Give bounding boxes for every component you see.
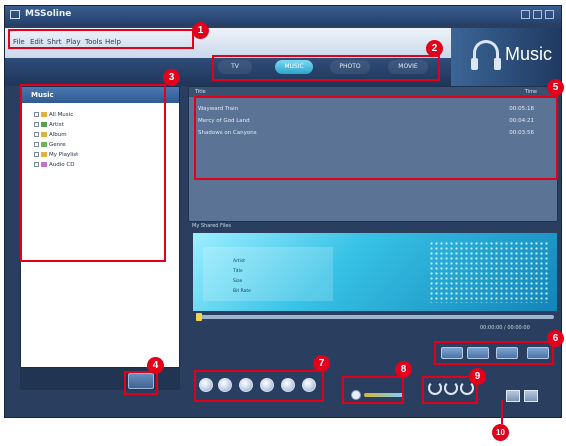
callout-box-3 bbox=[20, 84, 166, 262]
callout-box-8 bbox=[342, 376, 404, 404]
minimode-button[interactable] bbox=[506, 390, 520, 402]
title-bar: MSSoline bbox=[5, 6, 561, 24]
fullscreen-button[interactable] bbox=[524, 390, 538, 402]
track-info bbox=[203, 247, 333, 301]
callout-badge: 1 bbox=[192, 22, 209, 39]
minimize-button[interactable] bbox=[521, 10, 530, 19]
playlist-header-time: Time bbox=[524, 89, 537, 95]
callout-badge: 4 bbox=[147, 357, 164, 374]
visualizer-area: Artist Title Size Bit Rate bbox=[193, 233, 557, 311]
callout-badge: 7 bbox=[313, 355, 330, 372]
playlist-header-title: Title bbox=[195, 89, 206, 95]
callout-line-10 bbox=[501, 400, 503, 424]
window-title: MSSoline bbox=[25, 9, 72, 19]
callout-badge: 6 bbox=[547, 330, 564, 347]
callout-badge: 5 bbox=[547, 79, 564, 96]
info-bitrate: Bit Rate bbox=[233, 289, 251, 294]
seek-handle[interactable] bbox=[196, 313, 202, 321]
brand-area: Music bbox=[451, 28, 561, 86]
callout-box-6 bbox=[434, 341, 554, 365]
callout-box-5 bbox=[194, 96, 558, 180]
info-size: Size bbox=[233, 279, 243, 284]
maximize-button[interactable] bbox=[533, 10, 542, 19]
seek-bar[interactable] bbox=[196, 315, 554, 319]
grid-icon bbox=[429, 241, 549, 303]
callout-badge: 10 bbox=[492, 424, 509, 441]
info-title: Title bbox=[233, 269, 243, 274]
visualizer-label: My Shared Files bbox=[192, 223, 232, 229]
callout-badge: 9 bbox=[469, 368, 486, 385]
timecode: 00:00:00 / 00:00:00 bbox=[480, 325, 530, 331]
callout-badge: 2 bbox=[426, 40, 443, 57]
callout-box-1 bbox=[8, 29, 194, 49]
callout-box-2 bbox=[212, 55, 440, 81]
brand-label: Music bbox=[505, 44, 553, 64]
callout-badge: 8 bbox=[395, 361, 412, 378]
callout-badge: 3 bbox=[163, 69, 180, 86]
callout-box-4 bbox=[124, 371, 158, 395]
callout-box-7 bbox=[194, 370, 324, 402]
close-button[interactable] bbox=[545, 10, 554, 19]
app-icon bbox=[10, 10, 20, 19]
info-artist: Artist bbox=[233, 259, 246, 264]
